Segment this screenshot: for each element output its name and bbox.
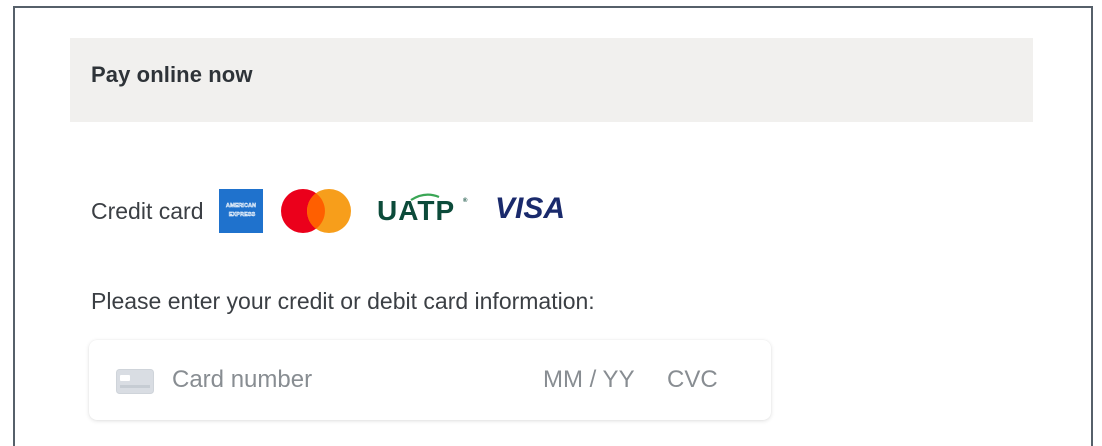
- visa-logo-icon: VISA: [493, 190, 569, 232]
- card-info-instruction: Please enter your credit or debit card i…: [91, 288, 595, 314]
- amex-logo-icon: AMERICAN EXPRESS: [219, 189, 264, 233]
- svg-text:UATP: UATP: [377, 195, 455, 225]
- card-cvc-input[interactable]: [667, 366, 737, 394]
- mastercard-logo-icon: [279, 187, 353, 235]
- card-input-box[interactable]: [89, 340, 771, 420]
- svg-text:VISA: VISA: [495, 192, 565, 224]
- payment-method-row: Credit card AMERICAN EXPRESS UATP ® VISA: [91, 186, 569, 236]
- section-title: Pay online now: [91, 62, 253, 87]
- card-expiry-input[interactable]: [543, 366, 653, 394]
- uatp-logo-icon: UATP ®: [377, 191, 471, 232]
- payment-method-label: Credit card: [91, 197, 204, 224]
- credit-card-icon: [116, 369, 154, 394]
- svg-text:®: ®: [463, 197, 468, 204]
- svg-text:EXPRESS: EXPRESS: [229, 212, 256, 218]
- svg-text:AMERICAN: AMERICAN: [226, 203, 256, 209]
- card-number-input[interactable]: [172, 366, 502, 394]
